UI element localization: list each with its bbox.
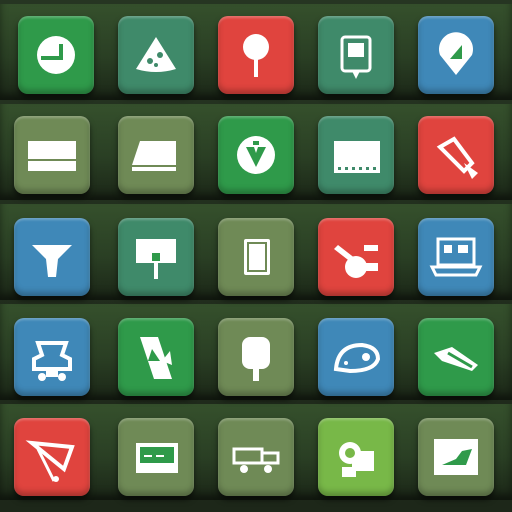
lollipop-sign-icon bbox=[228, 27, 284, 83]
ping-pong-paddle-icon bbox=[228, 329, 284, 385]
app-tile-laptop[interactable] bbox=[418, 218, 494, 296]
robot-head-icon bbox=[24, 329, 80, 385]
app-tile-lollipop[interactable] bbox=[218, 16, 294, 94]
signpost-icon bbox=[128, 229, 184, 285]
document-tray-icon bbox=[128, 127, 184, 183]
app-tile-playing-card[interactable] bbox=[118, 318, 194, 396]
app-tile-paddle[interactable] bbox=[218, 318, 294, 396]
app-tile-power-plug[interactable] bbox=[18, 16, 94, 94]
cheese-wedge-icon bbox=[128, 27, 184, 83]
app-tile-scraper[interactable] bbox=[418, 116, 494, 194]
app-tile-map-pin[interactable] bbox=[418, 16, 494, 94]
app-tile-cheese[interactable] bbox=[118, 16, 194, 94]
pennant-flag-icon bbox=[24, 429, 80, 485]
app-tile-card[interactable] bbox=[218, 218, 294, 296]
app-tile-robot-head[interactable] bbox=[14, 318, 90, 396]
ticket-icon bbox=[328, 127, 384, 183]
app-tile-puzzle[interactable] bbox=[318, 418, 394, 496]
power-plug-icon bbox=[28, 27, 84, 83]
circle-arrow-icon bbox=[228, 127, 284, 183]
app-tile-funnel[interactable] bbox=[14, 218, 90, 296]
bookmark-tag-icon bbox=[328, 27, 384, 83]
panel-icon bbox=[24, 127, 80, 183]
app-tile-panel[interactable] bbox=[14, 116, 90, 194]
app-tile-robot-arm[interactable] bbox=[318, 218, 394, 296]
app-tile-document[interactable] bbox=[118, 116, 194, 194]
shoe-icon bbox=[428, 329, 484, 385]
robot-arm-icon bbox=[328, 229, 384, 285]
scraper-tool-icon bbox=[428, 127, 484, 183]
laptop-icon bbox=[428, 229, 484, 285]
app-tile-banner[interactable] bbox=[418, 418, 494, 496]
app-tile-circle-arrow[interactable] bbox=[218, 116, 294, 194]
app-tile-credit-card[interactable] bbox=[118, 418, 194, 496]
playing-card-icon bbox=[128, 329, 184, 385]
puzzle-piece-icon bbox=[328, 429, 384, 485]
icon-grid bbox=[0, 0, 512, 512]
app-tile-pennant[interactable] bbox=[14, 418, 90, 496]
app-tile-bookmark[interactable] bbox=[318, 16, 394, 94]
truck-icon bbox=[228, 429, 284, 485]
mouse-animal-icon bbox=[328, 329, 384, 385]
app-tile-signpost[interactable] bbox=[118, 218, 194, 296]
app-tile-truck[interactable] bbox=[218, 418, 294, 496]
app-tile-shoe[interactable] bbox=[418, 318, 494, 396]
funnel-icon bbox=[24, 229, 80, 285]
app-tile-mouse[interactable] bbox=[318, 318, 394, 396]
credit-card-icon bbox=[128, 429, 184, 485]
map-pin-icon bbox=[428, 27, 484, 83]
app-tile-ticket[interactable] bbox=[318, 116, 394, 194]
green-banner-icon bbox=[428, 429, 484, 485]
card-icon bbox=[228, 229, 284, 285]
